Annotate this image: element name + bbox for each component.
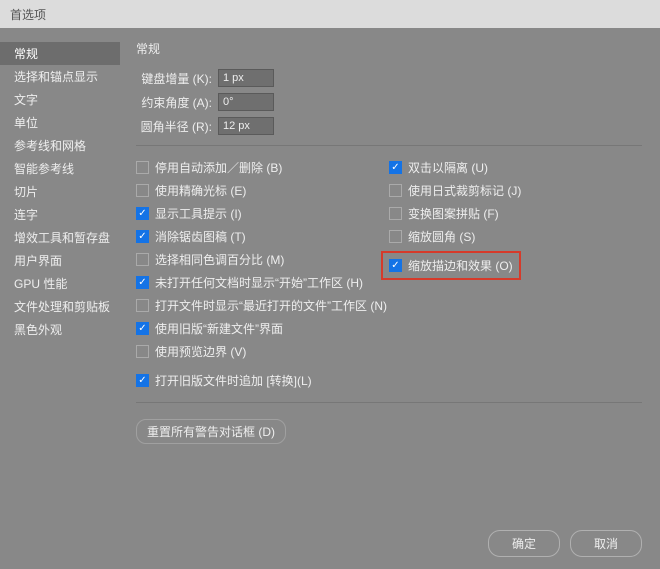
divider-2 [136,402,642,403]
checkbox-icon[interactable] [389,207,402,220]
sidebar-item-8[interactable]: 增效工具和暂存盘 [0,226,120,249]
section-title: 常规 [136,40,642,57]
checkbox-icon[interactable] [136,230,149,243]
checkbox-icon[interactable] [136,299,149,312]
check-label: 使用旧版“新建文件”界面 [155,320,283,337]
check-label: 打开文件时显示“最近打开的文件”工作区 (N) [155,297,387,314]
check-row[interactable]: 使用预览边界 (V) [136,340,389,363]
sidebar-item-6[interactable]: 切片 [0,180,120,203]
checkbox-icon[interactable] [389,184,402,197]
check-row[interactable]: 打开旧版文件时追加 [转换](L) [136,369,389,392]
checkbox-icon[interactable] [136,161,149,174]
checkbox-icon[interactable] [136,322,149,335]
checkbox-icon[interactable] [136,184,149,197]
reset-warnings-button[interactable]: 重置所有警告对话框 (D) [136,419,286,444]
check-label: 变换图案拼贴 (F) [408,205,499,222]
check-row[interactable]: 打开文件时显示“最近打开的文件”工作区 (N) [136,294,389,317]
keyboard-increment-input[interactable] [218,69,274,87]
sidebar-item-4[interactable]: 参考线和网格 [0,134,120,157]
checkbox-icon[interactable] [136,207,149,220]
checks-col-right: 双击以隔离 (U) 使用日式裁剪标记 (J) 变换图案拼贴 (F) 缩放圆角 (S) 缩… [389,156,642,392]
cancel-button[interactable]: 取消 [570,530,642,557]
divider [136,145,642,146]
corner-radius-label: 圆角半径 (R): [136,118,218,135]
check-row[interactable]: 缩放圆角 (S) [389,225,642,248]
check-label: 显示工具提示 (I) [155,205,242,222]
checkbox-icon[interactable] [389,161,402,174]
checkbox-icon[interactable] [136,374,149,387]
sidebar-item-7[interactable]: 连字 [0,203,120,226]
check-label: 使用日式裁剪标记 (J) [408,182,521,199]
check-label: 缩放圆角 (S) [408,228,475,245]
check-row[interactable]: 消除锯齿图稿 (T) [136,225,389,248]
keyboard-increment-label: 键盘增量 (K): [136,70,218,87]
main-panel: 常规 键盘增量 (K): 约束角度 (A): 圆角半径 (R): 停用自动添加／… [120,28,660,519]
sidebar-item-5[interactable]: 智能参考线 [0,157,120,180]
checkbox-icon[interactable] [136,345,149,358]
sidebar-item-12[interactable]: 黑色外观 [0,318,120,341]
check-row[interactable]: 变换图案拼贴 (F) [389,202,642,225]
check-row[interactable]: 显示工具提示 (I) [136,202,389,225]
sidebar-item-3[interactable]: 单位 [0,111,120,134]
sidebar-item-9[interactable]: 用户界面 [0,249,120,272]
check-row[interactable]: 双击以隔离 (U) [389,156,642,179]
checkbox-icon[interactable] [136,253,149,266]
checks-col-left: 停用自动添加／删除 (B) 使用精确光标 (E) 显示工具提示 (I) 消除锯齿图稿 … [136,156,389,392]
constrain-angle-label: 约束角度 (A): [136,94,218,111]
check-label: 选择相同色调百分比 (M) [155,251,284,268]
sidebar-item-10[interactable]: GPU 性能 [0,272,120,295]
sidebar-item-2[interactable]: 文字 [0,88,120,111]
sidebar-item-0[interactable]: 常规 [0,42,120,65]
constrain-angle-input[interactable] [218,93,274,111]
check-row[interactable]: 选择相同色调百分比 (M) [136,248,389,271]
check-label: 打开旧版文件时追加 [转换](L) [155,372,312,389]
check-label: 消除锯齿图稿 (T) [155,228,246,245]
checkbox-icon[interactable] [389,230,402,243]
ok-button[interactable]: 确定 [488,530,560,557]
check-label: 缩放描边和效果 (O) [408,257,513,274]
checkbox-icon[interactable] [136,276,149,289]
check-row[interactable]: 使用旧版“新建文件”界面 [136,317,389,340]
sidebar: 常规选择和锚点显示文字单位参考线和网格智能参考线切片连字增效工具和暂存盘用户界面… [0,28,120,519]
sidebar-item-11[interactable]: 文件处理和剪贴板 [0,295,120,318]
checkbox-icon[interactable] [389,259,402,272]
sidebar-item-1[interactable]: 选择和锚点显示 [0,65,120,88]
window-title: 首选项 [0,0,660,28]
check-label: 双击以隔离 (U) [408,159,488,176]
check-label: 使用精确光标 (E) [155,182,246,199]
check-label: 未打开任何文档时显示“开始”工作区 (H) [155,274,363,291]
check-label: 停用自动添加／删除 (B) [155,159,282,176]
check-row[interactable]: 使用精确光标 (E) [136,179,389,202]
highlight-box: 缩放描边和效果 (O) [381,251,521,280]
check-row[interactable]: 缩放描边和效果 (O) [389,248,642,283]
check-row[interactable]: 未打开任何文档时显示“开始”工作区 (H) [136,271,389,294]
check-row[interactable]: 使用日式裁剪标记 (J) [389,179,642,202]
check-row[interactable]: 停用自动添加／删除 (B) [136,156,389,179]
corner-radius-input[interactable] [218,117,274,135]
check-label: 使用预览边界 (V) [155,343,246,360]
